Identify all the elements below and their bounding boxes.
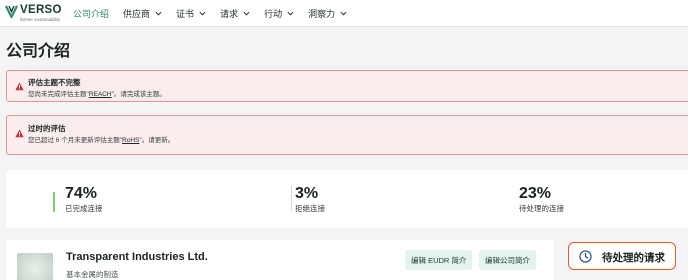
assessment-topic-link[interactable]: RoHS xyxy=(122,137,139,144)
alert-body-text: "。请完成该主题。 xyxy=(111,91,166,98)
clock-icon xyxy=(579,250,592,263)
edit-eudr-profile-button[interactable]: 编辑 EUDR 简介 xyxy=(405,250,473,270)
stat-value: 3% xyxy=(295,185,319,202)
verso-leaf-icon xyxy=(5,5,18,19)
nav-item-label: 洞察力 xyxy=(308,9,336,19)
brand-tagline: farmer sustainability xyxy=(20,17,61,22)
nav-item-label: 证书 xyxy=(176,9,195,19)
stat-completed-connections: 74% 已完成连接 xyxy=(65,185,103,214)
nav-item-insights[interactable]: 洞察力 xyxy=(308,0,347,27)
edit-company-profile-button[interactable]: 编辑公司简介 xyxy=(479,250,536,270)
nav-item-suppliers[interactable]: 供应商 xyxy=(123,0,162,27)
brand-name: VERSO xyxy=(20,4,62,16)
alert-body-text: 您尚未完成评估主题" xyxy=(28,91,89,98)
stat-label: 已完成连接 xyxy=(65,204,103,213)
chevron-down-icon xyxy=(199,11,206,16)
stat-value: 23% xyxy=(519,185,552,202)
pending-requests-button[interactable]: 待处理的请求 xyxy=(568,242,676,270)
nav-item-certificates[interactable]: 证书 xyxy=(176,0,206,27)
chevron-down-icon xyxy=(243,11,250,16)
pending-requests-label: 待处理的请求 xyxy=(602,252,665,264)
warning-icon xyxy=(15,82,24,91)
alert-title: 过时的评估 xyxy=(28,124,66,133)
alert-body-text: "。请更新。 xyxy=(139,137,175,144)
chevron-down-icon xyxy=(287,11,294,16)
nav-item-company-profile[interactable]: 公司介绍 xyxy=(73,0,109,27)
nav-item-label: 公司介绍 xyxy=(73,9,110,19)
warning-icon xyxy=(15,129,24,138)
stat-divider xyxy=(291,186,292,212)
verso-logo[interactable]: VERSO farmer sustainability xyxy=(5,4,67,24)
alert-body-text: 您已超过 6 个月未更新评估主题" xyxy=(28,137,123,144)
assessment-topic-link[interactable]: REACH xyxy=(89,91,112,98)
connection-stats-card: 74% 已完成连接 3% 拒绝连接 23% 待处理的连接 xyxy=(6,170,688,228)
stat-label: 待处理的连接 xyxy=(519,204,564,213)
company-logo xyxy=(17,253,53,280)
nav-item-label: 行动 xyxy=(264,9,283,19)
alert-body: 您已超过 6 个月未更新评估主题"RoHS"。请更新。 xyxy=(28,134,174,144)
stat-pending-connections: 23% 待处理的连接 xyxy=(519,185,564,214)
company-card: Transparent Industries Ltd. 基本金属的制造 编辑 E… xyxy=(6,240,554,280)
stat-rejected-connections: 3% 拒绝连接 xyxy=(295,185,325,214)
stat-value: 74% xyxy=(65,185,98,202)
nav-item-label: 供应商 xyxy=(123,9,151,19)
alert-body: 您尚未完成评估主题"REACH"。请完成该主题。 xyxy=(28,88,166,98)
alert-outdated-assessment: 过时的评估 您已超过 6 个月未更新评估主题"RoHS"。请更新。 xyxy=(6,115,688,155)
top-navbar: VERSO farmer sustainability 公司介绍 供应商 证书 … xyxy=(0,0,688,27)
completed-progress-indicator xyxy=(53,192,55,212)
nav-item-label: 请求 xyxy=(220,9,239,19)
main-nav: 公司介绍 供应商 证书 请求 行动 洞察力 xyxy=(73,0,361,27)
nav-item-actions[interactable]: 行动 xyxy=(264,0,294,27)
chevron-down-icon xyxy=(155,11,162,16)
company-name: Transparent Industries Ltd. xyxy=(66,251,208,263)
stat-label: 拒绝连接 xyxy=(295,204,325,213)
alert-title: 评估主题不完整 xyxy=(28,78,81,87)
alert-incomplete-assessment: 评估主题不完整 您尚未完成评估主题"REACH"。请完成该主题。 xyxy=(6,70,688,102)
nav-item-requests[interactable]: 请求 xyxy=(220,0,250,27)
chevron-down-icon xyxy=(340,11,347,16)
company-industry: 基本金属的制造 xyxy=(66,270,119,279)
page-title: 公司介绍 xyxy=(6,43,71,60)
